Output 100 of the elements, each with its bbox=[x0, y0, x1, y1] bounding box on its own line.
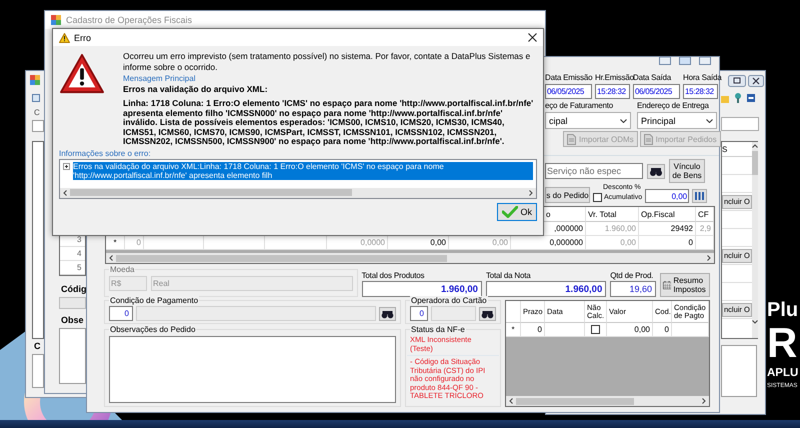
toolbar-icon[interactable] bbox=[659, 57, 671, 65]
description-field[interactable] bbox=[136, 306, 376, 321]
close-icon[interactable] bbox=[748, 75, 764, 87]
horizontal-scrollbar[interactable] bbox=[106, 253, 714, 263]
binoculars-icon[interactable] bbox=[647, 164, 665, 178]
table-cell: 0 bbox=[664, 325, 669, 334]
warning-icon bbox=[59, 53, 105, 95]
date-field[interactable]: 15:28:32 bbox=[595, 84, 630, 99]
input-field[interactable] bbox=[59, 297, 86, 309]
field-label: Data Emissão bbox=[545, 73, 592, 83]
description-field[interactable] bbox=[431, 306, 476, 321]
input-field[interactable] bbox=[721, 345, 757, 397]
row-marker: * bbox=[511, 325, 515, 334]
error-heading: Erros na validação do arquivo XML: bbox=[123, 84, 268, 94]
input-field[interactable] bbox=[32, 120, 44, 132]
field-label: Total dos Produtos bbox=[362, 271, 426, 281]
restore-icon[interactable] bbox=[728, 75, 746, 87]
details-label: Informações sobre o erro: bbox=[59, 148, 151, 158]
checkbox[interactable] bbox=[593, 192, 602, 202]
field-label: Qtd de Prod. bbox=[610, 271, 654, 281]
table-row[interactable]: * 0 0,0000 0,00 0,00 0,000000 0,00 0 bbox=[106, 236, 714, 250]
close-icon[interactable] bbox=[528, 33, 537, 42]
field-label: Total da Nota bbox=[486, 271, 532, 281]
caret-icon bbox=[706, 118, 713, 122]
group-label: Observações do Pedido bbox=[109, 325, 196, 334]
expander-icon[interactable] bbox=[63, 162, 70, 170]
error-message: Ocorreu um erro imprevisto (sem tratamento possível) no sistema. Por favor, contate a DataPlus Sistemas e informe sobre o ocorrido. bbox=[123, 51, 532, 72]
scrollbar-thumb[interactable] bbox=[752, 151, 758, 175]
section-link[interactable]: Mensagem Principal bbox=[123, 74, 196, 84]
table-cell: 0,0000 bbox=[360, 238, 385, 247]
column-header: CF bbox=[698, 210, 709, 218]
table-row[interactable]: * 0 0,00 0 bbox=[506, 323, 709, 337]
warning-icon bbox=[59, 32, 70, 42]
arrow-left-icon[interactable] bbox=[63, 190, 67, 196]
toolbar-icon[interactable] bbox=[734, 93, 742, 103]
input-field[interactable] bbox=[721, 117, 759, 131]
table-cell: 0,00 bbox=[620, 238, 636, 247]
binoculars-icon[interactable] bbox=[379, 306, 396, 320]
scrollbar-thumb[interactable] bbox=[70, 189, 352, 196]
table-cell: 0,000000 bbox=[550, 238, 583, 247]
dropdown[interactable]: cipal bbox=[545, 112, 631, 129]
taxes-summary-button[interactable]: Resumo Impostos bbox=[660, 273, 710, 297]
notes-field[interactable] bbox=[109, 336, 396, 403]
group-label: Moeda bbox=[109, 265, 136, 274]
vertical-scrollbar[interactable] bbox=[752, 142, 758, 338]
logo-text: APLU bbox=[767, 368, 798, 380]
input-field[interactable] bbox=[32, 354, 44, 388]
field-label: C bbox=[34, 108, 40, 117]
toolbar-icon[interactable] bbox=[747, 93, 755, 103]
code-field[interactable]: 0 bbox=[109, 306, 133, 321]
app-icon bbox=[51, 15, 61, 25]
field-label: Data Saída bbox=[633, 73, 672, 83]
ok-button[interactable]: Ok bbox=[497, 202, 537, 220]
scrollbar-thumb[interactable] bbox=[516, 398, 634, 404]
date-field[interactable]: 06/05/2025 bbox=[633, 84, 680, 99]
scrollbar-thumb[interactable] bbox=[116, 254, 448, 262]
check-icon bbox=[502, 206, 518, 218]
field-label: Endereço de Entrega bbox=[637, 101, 710, 111]
quantity-field: 19,60 bbox=[610, 281, 656, 297]
horizontal-scrollbar[interactable] bbox=[60, 188, 536, 198]
bond-button[interactable]: Vínculo de Bens bbox=[669, 159, 705, 183]
toolbar-icon[interactable] bbox=[32, 94, 40, 102]
code-field[interactable]: 0 bbox=[410, 306, 428, 321]
binoculars-icon[interactable] bbox=[479, 306, 496, 320]
dialog-title: Erro bbox=[74, 32, 92, 42]
discount-field[interactable]: 0,00 bbox=[645, 189, 690, 203]
arrow-right-icon[interactable] bbox=[702, 398, 706, 404]
table-cell: 0,00 bbox=[430, 238, 446, 247]
arrow-right-icon[interactable] bbox=[707, 255, 711, 261]
column-header: Op.Fiscal bbox=[641, 210, 675, 218]
table-cell: 0 bbox=[136, 238, 141, 247]
caret-icon bbox=[620, 118, 627, 122]
table-cell: ,000000 bbox=[554, 224, 583, 233]
calculator-icon[interactable] bbox=[692, 189, 708, 203]
table-cell: 2,9 bbox=[700, 224, 711, 233]
input-field[interactable] bbox=[59, 328, 86, 384]
tree-item[interactable]: Erros na validação do arquivo XML:Linha: 1718 Coluna: 1 Erro:O elemento 'ICMS' no espaço para nome 'http://www.portalfiscal.inf.br/nfe' apresenta elemento filh bbox=[73, 162, 533, 180]
field-label: Códig bbox=[60, 284, 86, 294]
date-field[interactable]: 15:28:32 bbox=[683, 84, 718, 99]
arrow-left-icon[interactable] bbox=[509, 398, 513, 404]
total-field: 1.960,00 bbox=[362, 281, 482, 297]
toolbar-icon[interactable] bbox=[679, 57, 691, 65]
toolbar-icon[interactable] bbox=[699, 57, 711, 65]
arrow-right-icon[interactable] bbox=[529, 190, 533, 196]
horizontal-scrollbar[interactable] bbox=[506, 396, 709, 406]
logo-text: R bbox=[767, 322, 798, 364]
arrow-left-icon[interactable] bbox=[109, 255, 113, 261]
total-field: 1.960,00 bbox=[486, 281, 606, 297]
column-header: S bbox=[722, 144, 728, 154]
dropdown[interactable]: Principal bbox=[637, 112, 717, 129]
checkbox[interactable] bbox=[591, 325, 600, 334]
column-header: o bbox=[546, 210, 550, 218]
date-field[interactable]: 06/05/2025 bbox=[545, 84, 592, 99]
table-cell: 0,00 bbox=[634, 325, 650, 334]
arrow-up-icon[interactable] bbox=[752, 144, 758, 148]
arrow-down-icon[interactable] bbox=[752, 320, 758, 324]
field-label: Obse bbox=[60, 315, 84, 325]
order-button[interactable]: s do Pedido bbox=[545, 187, 590, 203]
error-detail: Linha: 1718 Coluna: 1 Erro:O elemento 'ICMS' no espaço para nome 'http://www.portalfiscal.inf.br/nfe' apresenta elemento filho 'ICMSSN000' no espaço para nome 'http://www.portalfiscal.inf.br/nfe' inválido. Lista de possíveis elementos esperados: 'ICMS00, ICMS10, ICMS20, ICMS30, ICMS40, ICMS51, ICMS60, ICMS70, ICMS90, ICMSPart, ICMSST, ICMSSN101, ICMSSN102, ICMSSN201, ICMSSN202, ICMSSN500, ICMSSN900' no espaço para nome 'http://www.portalfiscal.inf.br/nfe'. bbox=[123, 99, 534, 146]
field-label: eço de Faturamento bbox=[545, 101, 614, 111]
